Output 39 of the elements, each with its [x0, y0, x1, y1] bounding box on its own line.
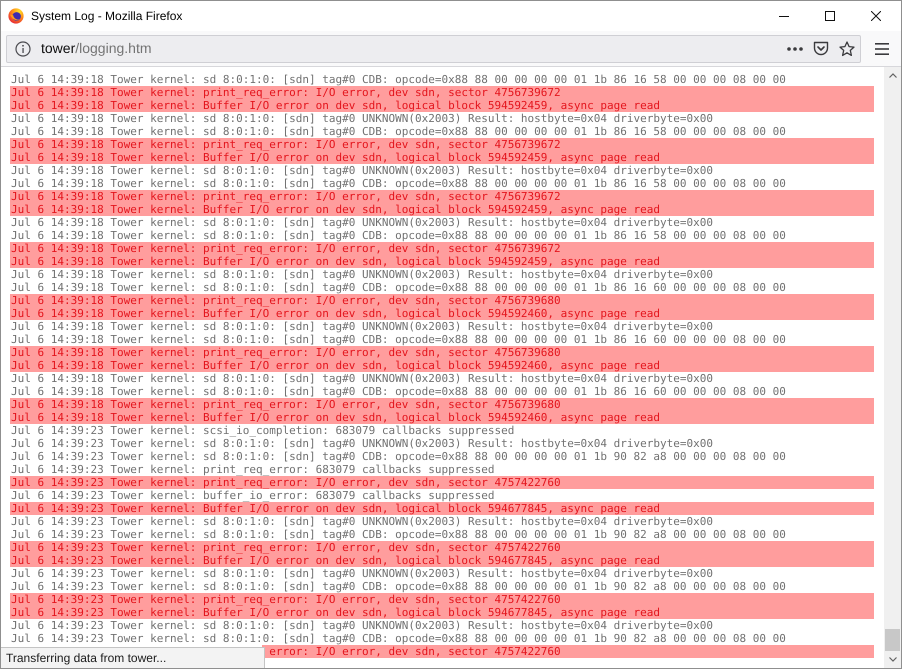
- info-icon[interactable]: [15, 40, 31, 56]
- app-logo-icon: [8, 8, 24, 24]
- log-line: Jul 6 14:39:23 Tower kernel: sd 8:0:1:0: [sdn] tag#0 CDB: opcode=0x88 88 00 00 00 00 01 1b 90 82 a8 00 00 00 08 00 00: [10, 450, 786, 463]
- status-text: Transferring data from tower...: [1, 647, 265, 668]
- log-line: Jul 6 14:39:23 Tower kernel: buffer_io_error: 683079 callbacks suppressed: [10, 489, 494, 502]
- window-title: System Log - Mozilla Firefox: [31, 8, 182, 25]
- log-line: Jul 6 14:39:18 Tower kernel: sd 8:0:1:0: [sdn] tag#0 CDB: opcode=0x88 88 00 00 00 00 01 1b 86 16 58 00 00 00 08 00 00: [10, 73, 786, 86]
- caret-down-icon: [888, 657, 896, 662]
- log-line: Jul 6 14:39:18 Tower kernel: sd 8:0:1:0: [sdn] tag#0 UNKNOWN(0x2003) Result: hostbyte=0x04 driverbyte=0x00: [10, 268, 713, 281]
- close-icon: [871, 11, 881, 21]
- log-line: Jul 6 14:39:18 Tower kernel: sd 8:0:1:0: [sdn] tag#0 UNKNOWN(0x2003) Result: hostbyte=0x04 driverbyte=0x00: [10, 112, 713, 125]
- log-line: Jul 6 14:39:23 Tower kernel: sd 8:0:1:0: [sdn] tag#0 CDB: opcode=0x88 88 00 00 00 00 01 1b 90 82 a8 00 00 00 08 00 00: [10, 528, 786, 541]
- log-line: Jul 6 14:39:23 Tower kernel: sd 8:0:1:0: [sdn] tag#0 UNKNOWN(0x2003) Result: hostbyte=0x04 driverbyte=0x00: [10, 567, 713, 580]
- log-line: Jul 6 14:39:18 Tower kernel: sd 8:0:1:0: [sdn] tag#0 UNKNOWN(0x2003) Result: hostbyte=0x04 driverbyte=0x00: [10, 372, 713, 385]
- maximize-icon: [825, 11, 835, 21]
- chevron-shield-icon: [813, 41, 829, 56]
- log-line: Jul 6 14:39:23 Tower kernel: scsi_io_completion: 683079 callbacks suppressed: [10, 424, 514, 437]
- log-line: Jul 6 14:39:23 Tower kernel: sd 8:0:1:0: [sdn] tag#0 UNKNOWN(0x2003) Result: hostbyte=0x04 driverbyte=0x00: [10, 619, 713, 632]
- log-line: Jul 6 14:39:18 Tower kernel: sd 8:0:1:0: [sdn] tag#0 CDB: opcode=0x88 88 00 00 00 00 01 1b 86 16 58 00 00 00 08 00 00: [10, 177, 786, 190]
- log-line: Jul 6 14:39:18 Tower kernel: sd 8:0:1:0: [sdn] tag#0 CDB: opcode=0x88 88 00 00 00 00 01 1b 86 16 60 00 00 00 08 00 00: [10, 333, 786, 346]
- log-line: Jul 6 14:39:18 Tower kernel: sd 8:0:1:0: [sdn] tag#0 CDB: opcode=0x88 88 00 00 00 00 01 1b 86 16 60 00 00 00 08 00 00: [10, 281, 786, 294]
- log-line: Jul 6 14:39:18 Tower kernel: sd 8:0:1:0: [sdn] tag#0 UNKNOWN(0x2003) Result: hostbyte=0x04 driverbyte=0x00: [10, 320, 713, 333]
- log-line: Jul 6 14:39:23 Tower kernel: sd 8:0:1:0: [sdn] tag#0 CDB: opcode=0x88 88 00 00 00 00 01 1b 90 82 a8 00 00 00 08 00 00: [10, 632, 786, 645]
- scroll-thumb[interactable]: [885, 629, 900, 651]
- log-line: Jul 6 14:39:23 Tower kernel: sd 8:0:1:0: [sdn] tag#0 CDB: opcode=0x88 88 00 00 00 00 01 1b 90 82 a8 00 00 00 08 00 00: [10, 580, 786, 593]
- log-line: Jul 6 14:39:23 Tower kernel: print_req_error: 683079 callbacks suppressed: [10, 463, 494, 476]
- log-line: Jul 6 14:39:18 Tower kernel: sd 8:0:1:0: [sdn] tag#0 CDB: opcode=0x88 88 00 00 00 00 01 1b 86 16 60 00 00 00 08 00 00: [10, 385, 786, 398]
- log-line: Jul 6 14:39:18 Tower kernel: sd 8:0:1:0: [sdn] tag#0 UNKNOWN(0x2003) Result: hostbyte=0x04 driverbyte=0x00: [10, 216, 713, 229]
- log-line: Jul 6 14:39:18 Tower kernel: sd 8:0:1:0: [sdn] tag#0 UNKNOWN(0x2003) Result: hostbyte=0x04 driverbyte=0x00: [10, 164, 713, 177]
- log-line: Jul 6 14:39:23 Tower kernel: sd 8:0:1:0: [sdn] tag#0 UNKNOWN(0x2003) Result: hostbyte=0x04 driverbyte=0x00: [10, 515, 713, 528]
- log-line: Jul 6 14:39:23 Tower kernel: sd 8:0:1:0: [sdn] tag#0 UNKNOWN(0x2003) Result: hostbyte=0x04 driverbyte=0x00: [10, 437, 713, 450]
- log-line: Jul 6 14:39:18 Tower kernel: sd 8:0:1:0: [sdn] tag#0 CDB: opcode=0x88 88 00 00 00 00 01 1b 86 16 58 00 00 00 08 00 00: [10, 229, 786, 242]
- menu-icon: [875, 42, 889, 54]
- log-line: Jul 6 14:39:18 Tower kernel: sd 8:0:1:0: [sdn] tag#0 CDB: opcode=0x88 88 00 00 00 00 01 1b 86 16 58 00 00 00 08 00 00: [10, 125, 786, 138]
- star-icon: [839, 40, 855, 56]
- url-text[interactable]: tower/logging.htm: [41, 38, 152, 59]
- address-bar[interactable]: tower/logging.htm: [6, 34, 861, 62]
- caret-up-icon: [888, 73, 896, 78]
- more-icon: [787, 46, 803, 50]
